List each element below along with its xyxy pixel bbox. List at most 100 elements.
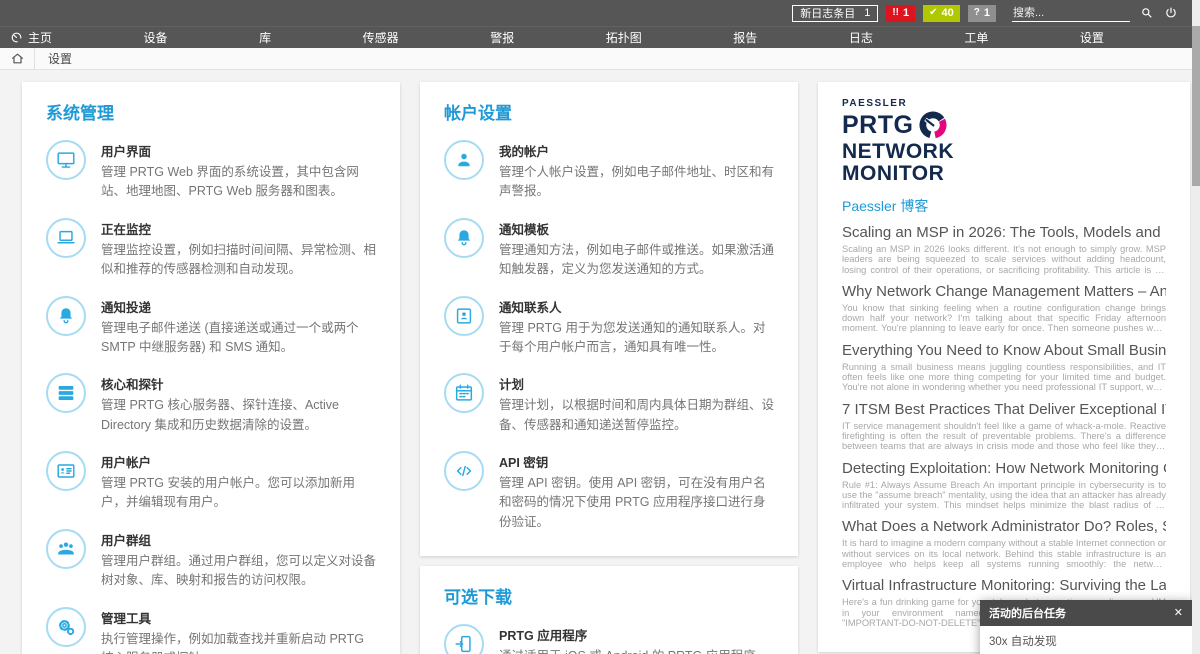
- close-icon[interactable]: ✕: [1174, 608, 1183, 619]
- blog-entry-excerpt: Rule #1: Always Assume Breach An importa…: [842, 480, 1166, 511]
- settings-item-title[interactable]: 用户界面: [101, 141, 376, 160]
- breadcrumb: 设置: [0, 48, 1200, 70]
- calendar-icon: [444, 373, 484, 413]
- blog-entry[interactable]: What Does a Network Administrator Do? Ro…: [842, 518, 1166, 569]
- nav-item-label: 拓扑图: [606, 29, 642, 46]
- settings-item[interactable]: 正在监控 管理监控设置，例如扫描时间间隔、异常检测、相似和推荐的传感器检测和自动…: [46, 218, 376, 280]
- blog-entry-excerpt: IT service management shouldn't feel lik…: [842, 421, 1166, 452]
- prtg-gauge-icon: [10, 31, 23, 44]
- settings-item-title[interactable]: API 密钥: [499, 452, 774, 471]
- settings-item-desc: 管理 PRTG 安装的用户帐户。您可以添加新用户，并编辑现有用户。: [101, 474, 376, 513]
- settings-item-title[interactable]: 用户帐户: [101, 452, 376, 471]
- background-tasks-toast: 活动的后台任务 ✕ 30x 自动发现: [980, 600, 1192, 654]
- settings-item[interactable]: 计划 管理计划，以根据时间和周内具体日期为群组、设备、传感器和通知递送暂停监控。: [444, 373, 774, 435]
- blog-entry-title[interactable]: Virtual Infrastructure Monitoring: Survi…: [842, 577, 1166, 595]
- settings-item-title[interactable]: 正在监控: [101, 219, 376, 238]
- new-log-entries-button[interactable]: 新日志条目 1: [792, 5, 878, 22]
- blog-entry[interactable]: Detecting Exploitation: How Network Moni…: [842, 460, 1166, 511]
- blog-entry[interactable]: Everything You Need to Know About Small …: [842, 342, 1166, 393]
- scrollbar-thumb[interactable]: [1192, 26, 1200, 186]
- search-input[interactable]: [1012, 5, 1130, 22]
- blog-entry-title[interactable]: 7 ITSM Best Practices That Deliver Excep…: [842, 401, 1166, 419]
- home-icon[interactable]: [0, 52, 34, 65]
- settings-item-desc: 管理 PRTG 核心服务器、探针连接、Active Directory 集成和历…: [101, 396, 376, 435]
- ok-badge[interactable]: ✔ 40: [923, 5, 960, 22]
- card-title: 系统管理: [46, 99, 376, 124]
- settings-item-desc: 管理电子邮件递送 (直接递送或通过一个或两个 SMTP 中继服务器) 和 SMS…: [101, 319, 376, 358]
- unknown-badge[interactable]: ? 1: [968, 5, 996, 22]
- card-blog: PAESSLER PRTG NETWORK MONITOR Paessler 博…: [818, 82, 1190, 652]
- settings-item[interactable]: 用户群组 管理用户群组。通过用户群组，您可以定义对设备树对象、库、映射和报告的访…: [46, 529, 376, 591]
- paessler-blog-link[interactable]: Paessler 博客: [842, 196, 1166, 216]
- blog-entry-title[interactable]: Scaling an MSP in 2026: The Tools, Model…: [842, 224, 1166, 242]
- nav-item-label: 工单: [964, 29, 988, 46]
- code-icon: [444, 451, 484, 491]
- settings-item[interactable]: 管理工具 执行管理操作，例如加载查找并重新启动 PRTG 核心服务器或探针。: [46, 607, 376, 654]
- settings-item-desc: 管理通知方法，例如电子邮件或推送。如果激活通知触发器，定义为您发送通知的方式。: [499, 241, 774, 280]
- settings-item[interactable]: 通知联系人 管理 PRTG 用于为您发送通知的通知联系人。对于每个用户帐户而言，…: [444, 296, 774, 358]
- blog-entry-excerpt: Running a small business means juggling …: [842, 362, 1166, 393]
- settings-item-title[interactable]: 通知投递: [101, 297, 376, 316]
- settings-item-title[interactable]: 核心和探针: [101, 374, 376, 393]
- logout-power-icon[interactable]: [1164, 6, 1178, 20]
- settings-item[interactable]: 通知投递 管理电子邮件递送 (直接递送或通过一个或两个 SMTP 中继服务器) …: [46, 296, 376, 358]
- card-title: 帐户设置: [444, 99, 774, 124]
- user-group-icon: [46, 529, 86, 569]
- nav-item-label: 日志: [849, 29, 873, 46]
- settings-item[interactable]: 我的帐户 管理个人帐户设置，例如电子邮件地址、时区和有声警报。: [444, 140, 774, 202]
- blog-entry[interactable]: Scaling an MSP in 2026: The Tools, Model…: [842, 224, 1166, 275]
- settings-item-title[interactable]: 管理工具: [101, 608, 376, 627]
- new-log-entries-count: 1: [864, 7, 870, 19]
- new-log-entries-label: 新日志条目: [800, 5, 855, 21]
- settings-item-desc: 管理监控设置，例如扫描时间间隔、异常检测、相似和推荐的传感器检测和自动发现。: [101, 241, 376, 280]
- settings-item[interactable]: 用户帐户 管理 PRTG 安装的用户帐户。您可以添加新用户，并编辑现有用户。: [46, 451, 376, 513]
- settings-item[interactable]: PRTG 应用程序 通过适用于 iOS 或 Android 的 PRTG 应用程…: [444, 624, 774, 654]
- alarm-icon: !!: [892, 8, 899, 18]
- nav-item[interactable]: 库: [259, 29, 271, 46]
- settings-item-title[interactable]: 计划: [499, 374, 774, 393]
- nav-item[interactable]: 设备: [144, 29, 168, 46]
- nav-item[interactable]: 传感器: [363, 29, 399, 46]
- vertical-scrollbar[interactable]: [1192, 0, 1200, 654]
- bell-icon: [46, 296, 86, 336]
- settings-item-title[interactable]: 用户群组: [101, 530, 376, 549]
- search-icon[interactable]: [1140, 6, 1154, 20]
- settings-item-desc: 执行管理操作，例如加载查找并重新启动 PRTG 核心服务器或探针。: [101, 630, 376, 654]
- settings-item[interactable]: 核心和探针 管理 PRTG 核心服务器、探针连接、Active Director…: [46, 373, 376, 435]
- phone-arrow-icon: [444, 624, 484, 654]
- settings-item[interactable]: 通知模板 管理通知方法，例如电子邮件或推送。如果激活通知触发器，定义为您发送通知…: [444, 218, 774, 280]
- server-icon: [46, 373, 86, 413]
- nav-item[interactable]: 日志: [849, 29, 873, 46]
- id-card-icon: [46, 451, 86, 491]
- card-title: 可选下载: [444, 583, 774, 608]
- toast-body: 30x 自动发现: [980, 626, 1192, 654]
- blog-entry-excerpt: Scaling an MSP in 2026 looks different. …: [842, 244, 1166, 275]
- settings-item-title[interactable]: 通知联系人: [499, 297, 774, 316]
- person-icon: [444, 140, 484, 180]
- nav-item[interactable]: 警报: [490, 29, 514, 46]
- nav-item[interactable]: 工单: [964, 29, 988, 46]
- settings-item-title[interactable]: PRTG 应用程序: [499, 625, 774, 644]
- settings-item-title[interactable]: 我的帐户: [499, 141, 774, 160]
- blog-entry-title[interactable]: What Does a Network Administrator Do? Ro…: [842, 518, 1166, 536]
- nav-item[interactable]: 主页: [10, 29, 52, 46]
- settings-item-desc: 管理 API 密钥。使用 API 密钥，可在没有用户名和密码的情况下使用 PRT…: [499, 474, 774, 532]
- blog-entry-title[interactable]: Detecting Exploitation: How Network Moni…: [842, 460, 1166, 478]
- alarm-count: 1: [903, 7, 909, 19]
- alarm-badge[interactable]: !! 1: [886, 5, 915, 22]
- contact-card-icon: [444, 296, 484, 336]
- blog-entry[interactable]: 7 ITSM Best Practices That Deliver Excep…: [842, 401, 1166, 452]
- card-optional-downloads: 可选下载 PRTG 应用程序 通过适用于 iOS 或 Android 的 PRT…: [420, 566, 798, 654]
- blog-entry-title[interactable]: Why Network Change Management Matters – …: [842, 283, 1166, 301]
- blog-entry-title[interactable]: Everything You Need to Know About Small …: [842, 342, 1166, 360]
- settings-item[interactable]: API 密钥 管理 API 密钥。使用 API 密钥，可在没有用户名和密码的情况…: [444, 451, 774, 532]
- nav-item[interactable]: 拓扑图: [606, 29, 642, 46]
- monitor-icon: [46, 140, 86, 180]
- nav-item[interactable]: 设置: [1080, 29, 1104, 46]
- nav-item-label: 设置: [1080, 29, 1104, 46]
- blog-entry[interactable]: Why Network Change Management Matters – …: [842, 283, 1166, 334]
- settings-item-desc: 管理个人帐户设置，例如电子邮件地址、时区和有声警报。: [499, 163, 774, 202]
- nav-item[interactable]: 报告: [733, 29, 757, 46]
- settings-item[interactable]: 用户界面 管理 PRTG Web 界面的系统设置，其中包含网站、地理地图、PRT…: [46, 140, 376, 202]
- settings-item-title[interactable]: 通知模板: [499, 219, 774, 238]
